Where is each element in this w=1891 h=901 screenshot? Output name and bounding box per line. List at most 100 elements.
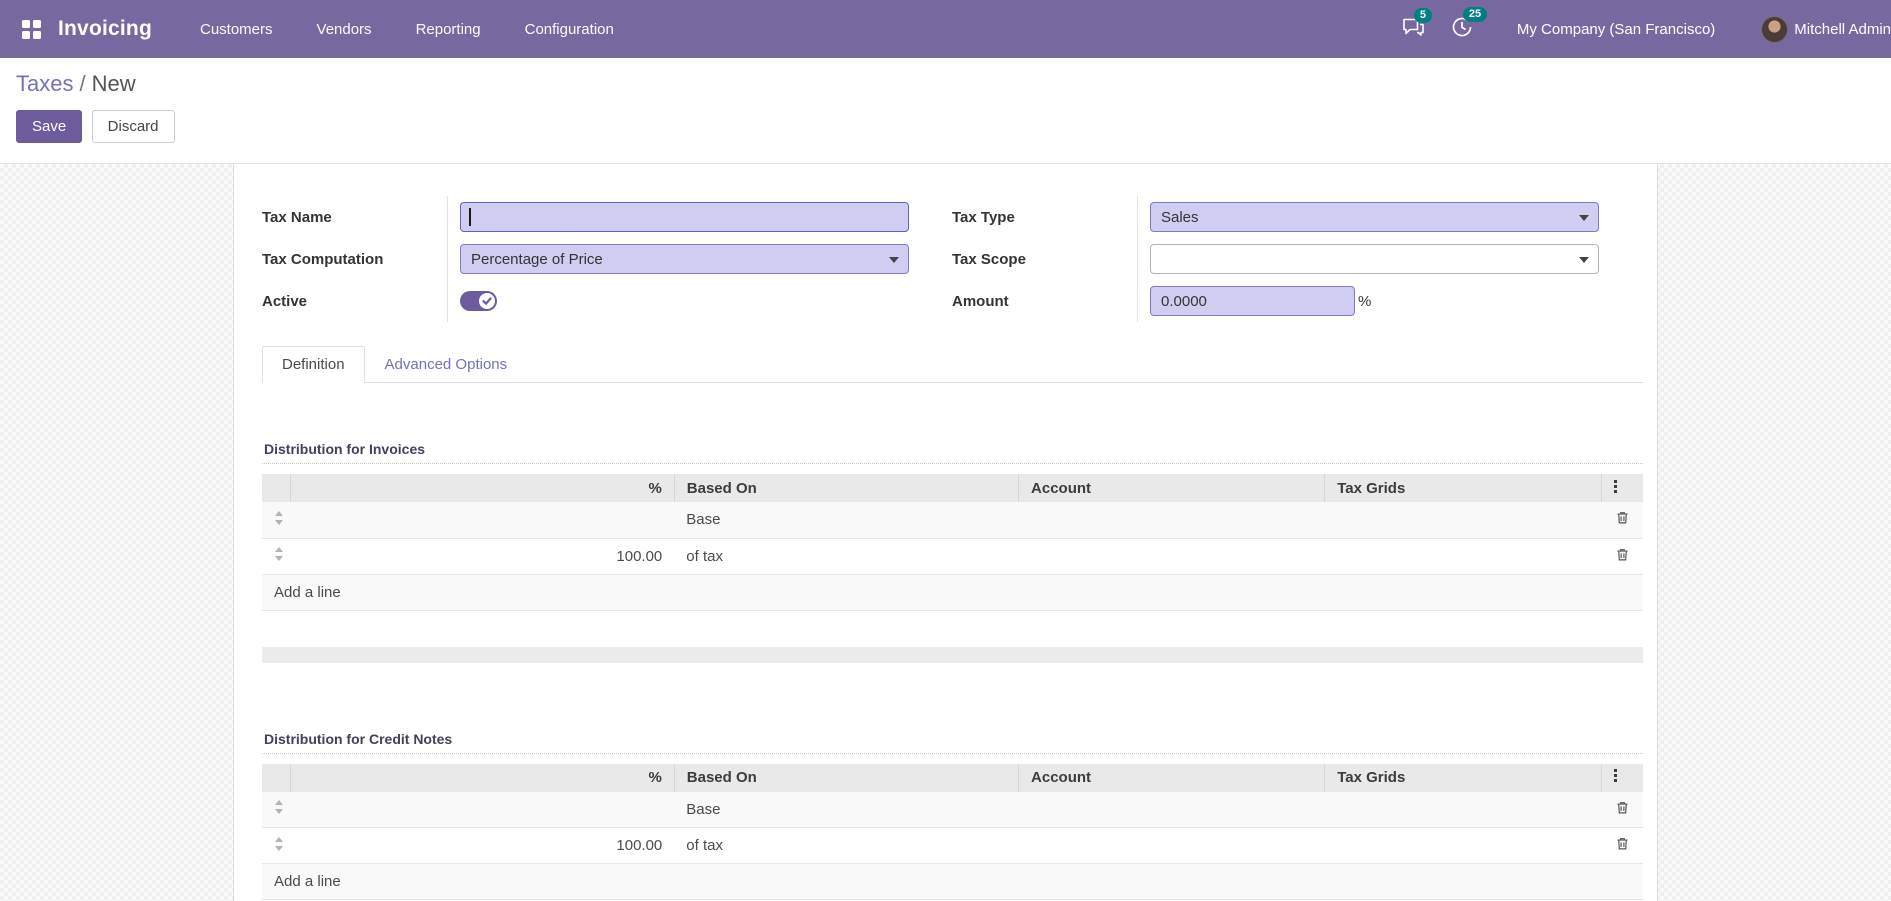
percent-cell[interactable]: 100.00 [290,538,674,574]
app-name[interactable]: Invoicing [58,17,152,41]
percent-cell[interactable]: 100.00 [290,828,674,864]
add-a-line-row[interactable]: Add a line [262,864,1643,900]
drag-handle-icon[interactable] [262,792,290,828]
breadcrumb-taxes-link[interactable]: Taxes [16,71,73,96]
amount-input[interactable] [1150,286,1355,316]
amount-row: Amount % [952,280,1599,322]
based-on-cell[interactable]: of tax [674,828,1018,864]
tax-scope-row: Tax Scope [952,238,1599,280]
percent-cell[interactable] [290,792,674,828]
chevron-down-icon [1579,257,1589,263]
right-group: Tax Type Sales Tax Scope [952,196,1599,322]
table-row[interactable]: 100.00 of tax [262,828,1643,864]
tax-name-row: Tax Name [262,196,909,238]
top-navbar: Invoicing Customers Vendors Reporting Co… [0,0,1891,58]
account-cell[interactable] [1019,828,1325,864]
drag-handle-icon[interactable] [262,502,290,538]
amount-percent-suffix: % [1358,293,1371,310]
percent-cell[interactable] [290,502,674,538]
tax-grids-column-header: Tax Grids [1325,764,1602,792]
table-row[interactable]: 100.00 of tax [262,538,1643,574]
delete-row-button[interactable] [1602,792,1643,828]
drag-handle-icon[interactable] [262,828,290,864]
discard-button[interactable]: Discard [92,110,175,143]
based-on-column-header: Based On [674,764,1018,792]
credit-note-distribution-table: % Based On Account Tax Grids [262,764,1643,901]
tax-grids-cell[interactable] [1325,502,1602,538]
activities-button[interactable]: 25 [1451,16,1473,43]
delete-row-button[interactable] [1602,828,1643,864]
toggle-check-icon [479,293,495,309]
main-menu: Customers Vendors Reporting Configuratio… [178,11,636,48]
based-on-cell[interactable]: of tax [674,538,1018,574]
tax-form-fields: Tax Name Tax Computation Percentage of P… [234,196,1657,322]
left-group: Tax Name Tax Computation Percentage of P… [262,196,909,322]
handle-column-header [262,764,290,792]
based-on-cell[interactable]: Base [674,792,1018,828]
table-row[interactable]: Base [262,502,1643,538]
tax-grids-cell[interactable] [1325,828,1602,864]
table-row[interactable]: Base [262,792,1643,828]
breadcrumb-current: New [92,71,136,96]
messages-button[interactable]: 5 [1402,17,1425,42]
messages-count-badge: 5 [1414,8,1432,23]
tax-computation-select[interactable]: Percentage of Price [460,244,909,274]
add-a-line-row[interactable]: Add a line [262,574,1643,610]
based-on-column-header: Based On [674,474,1018,502]
tax-type-label: Tax Type [952,196,1138,238]
table-header-row: % Based On Account Tax Grids [262,474,1643,502]
based-on-cell[interactable]: Base [674,502,1018,538]
invoice-distribution-section: Distribution for Invoices % Based On Acc… [262,437,1643,611]
tab-advanced-options[interactable]: Advanced Options [365,346,528,383]
tax-type-select[interactable]: Sales [1150,202,1599,232]
user-avatar [1761,16,1788,43]
handle-column-header [262,474,290,502]
save-button[interactable]: Save [16,110,82,143]
content-background: Tax Name Tax Computation Percentage of P… [0,164,1891,901]
credit-note-distribution-section: Distribution for Credit Notes % Based On… [262,727,1643,901]
user-name: Mitchell Admin [1794,21,1891,38]
table-header-row: % Based On Account Tax Grids [262,764,1643,792]
account-cell[interactable] [1019,502,1325,538]
user-menu[interactable]: Mitchell Admin [1761,16,1891,43]
add-a-line-link[interactable]: Add a line [262,864,1643,900]
active-label: Active [262,280,448,322]
breadcrumb-separator: / [79,71,85,96]
tax-computation-label: Tax Computation [262,238,448,280]
percent-column-header: % [290,474,674,502]
activities-count-badge: 25 [1463,7,1487,22]
tax-grids-cell[interactable] [1325,538,1602,574]
tax-computation-row: Tax Computation Percentage of Price [262,238,909,280]
add-a-line-link[interactable]: Add a line [262,574,1643,610]
account-cell[interactable] [1019,792,1325,828]
navbar-right: 5 25 My Company (San Francisco) Mitchell… [1402,16,1891,43]
breadcrumb: Taxes/ New [16,71,1875,97]
menu-reporting[interactable]: Reporting [394,11,503,48]
delete-row-button[interactable] [1602,538,1643,574]
column-options-icon[interactable] [1602,474,1643,502]
menu-customers[interactable]: Customers [178,11,295,48]
tax-name-label: Tax Name [262,196,448,238]
tax-computation-value: Percentage of Price [471,251,603,268]
notebook-tabs: Definition Advanced Options [262,346,1643,383]
tax-scope-select[interactable] [1150,244,1599,274]
drag-handle-icon[interactable] [262,538,290,574]
column-options-icon[interactable] [1602,764,1643,792]
tax-grids-cell[interactable] [1325,792,1602,828]
delete-row-button[interactable] [1602,502,1643,538]
tab-definition[interactable]: Definition [262,346,365,383]
horizontal-separator [262,647,1643,663]
company-switcher[interactable]: My Company (San Francisco) [1517,21,1715,38]
apps-grid-icon[interactable] [14,12,48,46]
account-column-header: Account [1019,764,1325,792]
invoice-distribution-title: Distribution for Invoices [262,437,1643,464]
menu-vendors[interactable]: Vendors [295,11,394,48]
tax-name-input[interactable] [460,202,909,232]
invoice-distribution-table: % Based On Account Tax Grids [262,474,1643,611]
active-toggle[interactable] [460,291,497,311]
account-cell[interactable] [1019,538,1325,574]
percent-column-header: % [290,764,674,792]
menu-configuration[interactable]: Configuration [503,11,636,48]
account-column-header: Account [1019,474,1325,502]
tax-grids-column-header: Tax Grids [1325,474,1602,502]
